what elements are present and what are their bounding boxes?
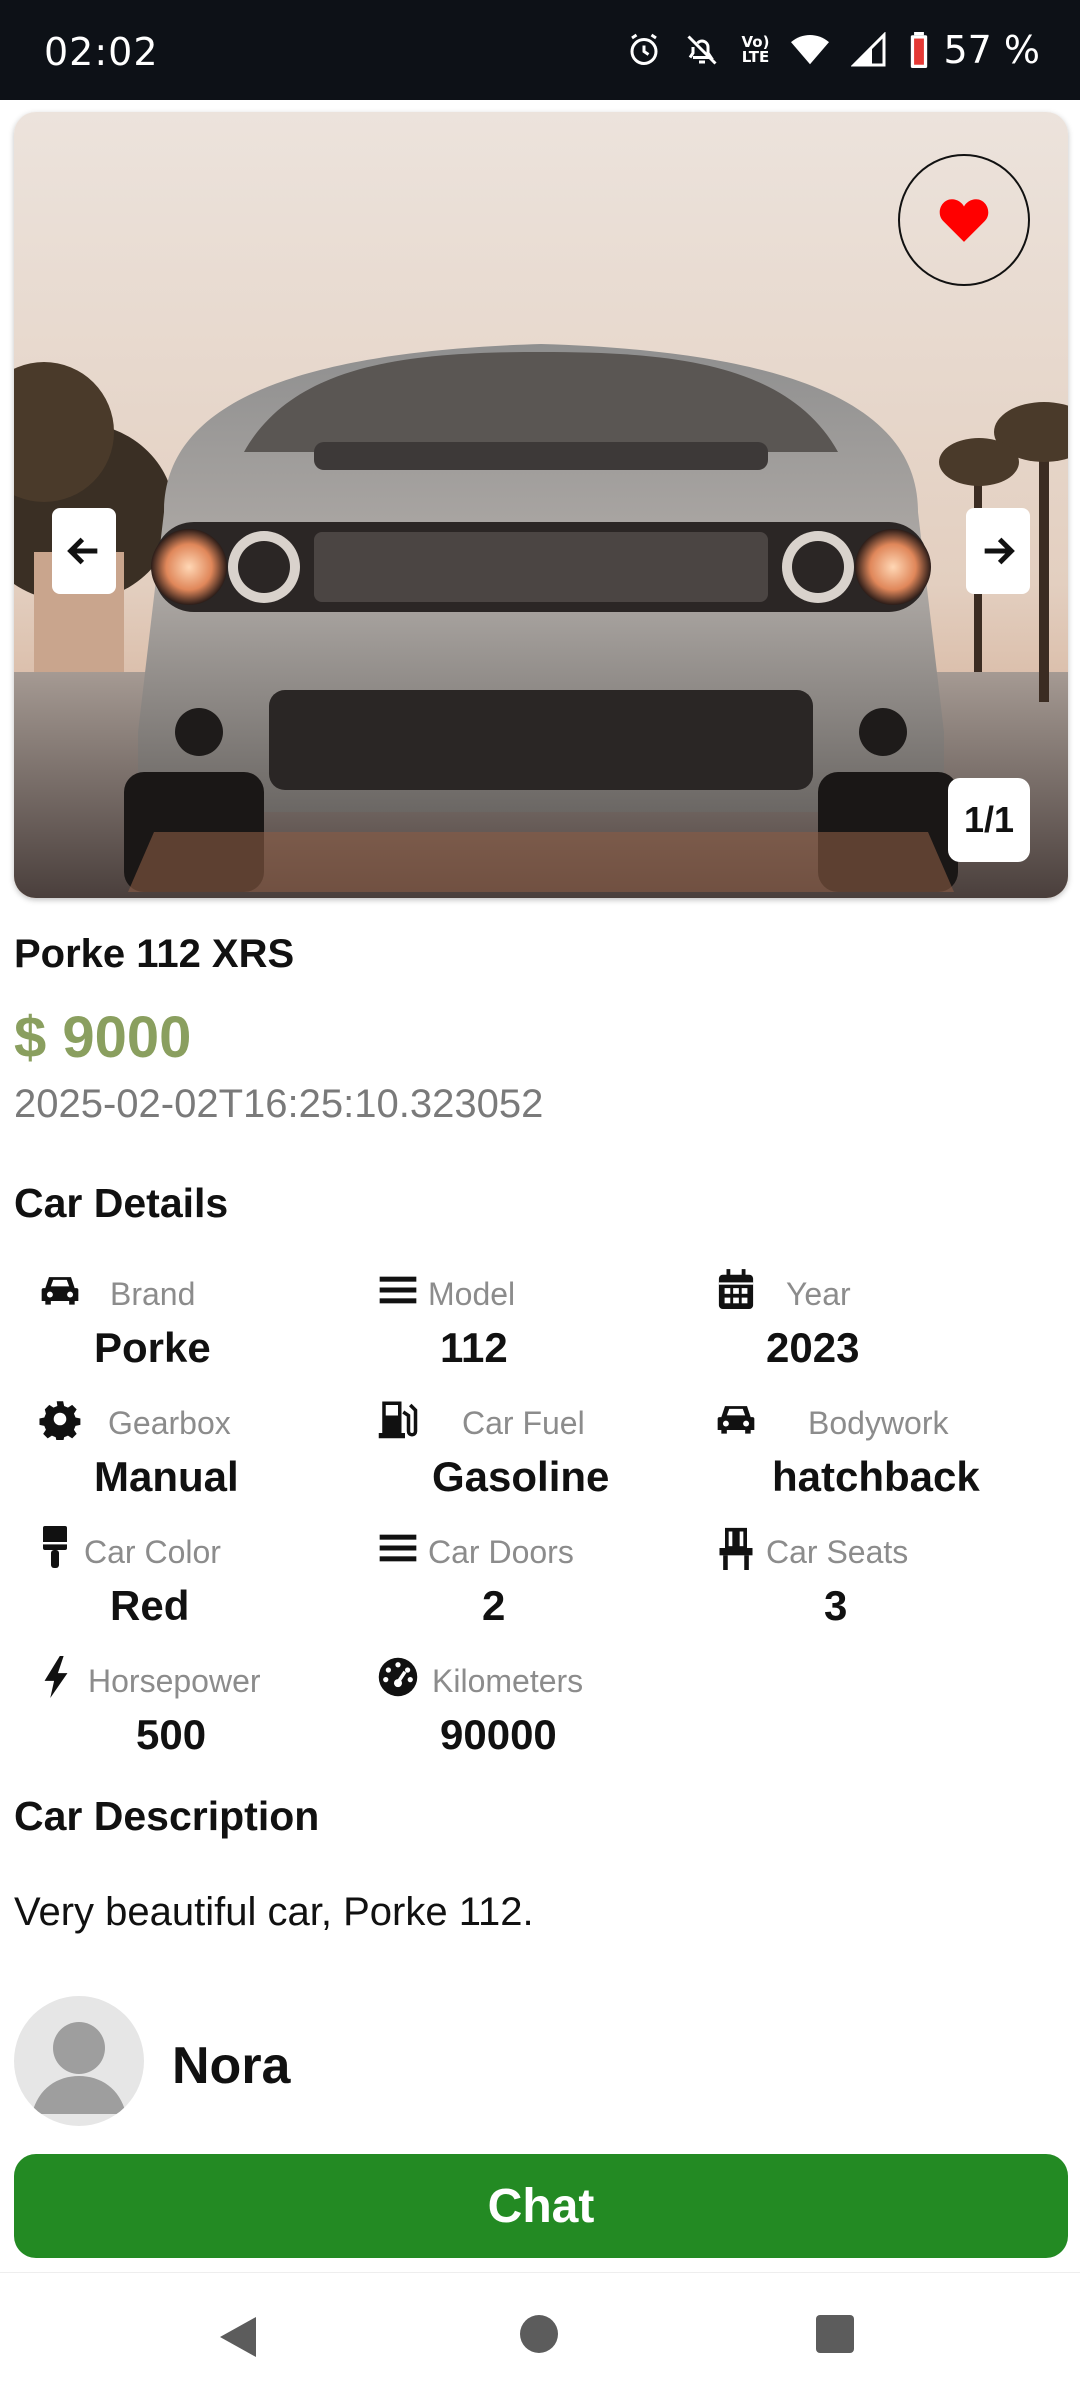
volte-bottom: LTE	[741, 48, 770, 66]
car-description-title: Car Description	[14, 1793, 320, 1839]
detail-label: Horsepower	[88, 1663, 261, 1699]
detail-label: Year	[786, 1276, 851, 1312]
detail-label: Car Fuel	[462, 1405, 585, 1441]
gear-icon	[38, 1397, 82, 1441]
heart-icon	[939, 199, 989, 242]
battery-icon	[911, 32, 928, 68]
chat-button[interactable]: Chat	[14, 2154, 1068, 2258]
alarm-icon	[630, 33, 657, 65]
menu-icon	[376, 1268, 420, 1312]
detail-label: Bodywork	[808, 1405, 949, 1441]
battery-percent: 57 %	[943, 28, 1040, 72]
calendar-icon	[714, 1268, 758, 1312]
detail-value: 112	[440, 1324, 508, 1371]
detail-value: 90000	[440, 1711, 557, 1758]
image-counter: 1/1	[948, 778, 1030, 862]
detail-label: Brand	[110, 1276, 196, 1312]
detail-value: Porke	[94, 1324, 211, 1371]
previous-image-button[interactable]	[52, 508, 116, 594]
car-description-text: Very beautiful car, Porke 112.	[14, 1890, 534, 1934]
bell-off-icon	[686, 35, 717, 65]
arrow-right-icon	[984, 537, 1015, 565]
home-icon[interactable]	[520, 2315, 558, 2353]
status-icons: Vo) LTE 57 %	[626, 28, 1040, 72]
detail-value: 2023	[766, 1324, 860, 1371]
car-icon	[38, 1268, 82, 1312]
detail-label: Kilometers	[432, 1663, 584, 1699]
detail-label: Model	[428, 1276, 516, 1312]
favorite-button[interactable]	[898, 154, 1030, 286]
gauge-icon	[376, 1655, 420, 1699]
car-details-title: Car Details	[14, 1180, 229, 1226]
detail-value: Manual	[94, 1453, 239, 1500]
seller-name[interactable]: Nora	[172, 2036, 290, 2096]
detail-label: Car Seats	[766, 1534, 909, 1570]
chair-icon	[714, 1526, 758, 1570]
fuel-pump-icon	[376, 1397, 420, 1441]
detail-value: hatchback	[772, 1453, 980, 1500]
user-avatar-icon	[32, 2022, 126, 2114]
back-icon[interactable]	[218, 2315, 258, 2359]
detail-value: Gasoline	[432, 1453, 610, 1500]
paint-brush-icon	[38, 1526, 72, 1570]
detail-value: 500	[136, 1711, 207, 1758]
next-image-button[interactable]	[966, 508, 1030, 594]
status-time: 02:02	[44, 30, 159, 74]
car-icon	[714, 1397, 758, 1441]
car-price: $ 9000	[14, 1005, 192, 1070]
status-bar: 02:02 Vo) LTE 57 %	[0, 0, 1080, 100]
menu-icon	[376, 1526, 420, 1570]
posted-date: 2025-02-02T16:25:10.323052	[14, 1082, 544, 1126]
wifi-icon	[791, 34, 830, 65]
arrow-left-icon	[67, 537, 98, 565]
detail-label: Gearbox	[108, 1405, 231, 1441]
car-title: Porke 112 XRS	[14, 932, 295, 976]
car-image-gallery[interactable]: 1/1	[14, 112, 1068, 898]
recents-icon[interactable]	[816, 2315, 854, 2353]
detail-value: 2	[482, 1582, 506, 1629]
bolt-icon	[38, 1655, 74, 1699]
volte-icon: Vo) LTE	[742, 35, 770, 65]
detail-label: Car Doors	[428, 1534, 574, 1570]
detail-value: Red	[110, 1582, 190, 1629]
detail-value: 3	[824, 1582, 848, 1629]
seller-avatar[interactable]	[14, 1996, 144, 2126]
signal-icon	[851, 32, 886, 67]
system-nav-bar	[0, 2272, 1080, 2400]
detail-label: Car Color	[84, 1534, 221, 1570]
